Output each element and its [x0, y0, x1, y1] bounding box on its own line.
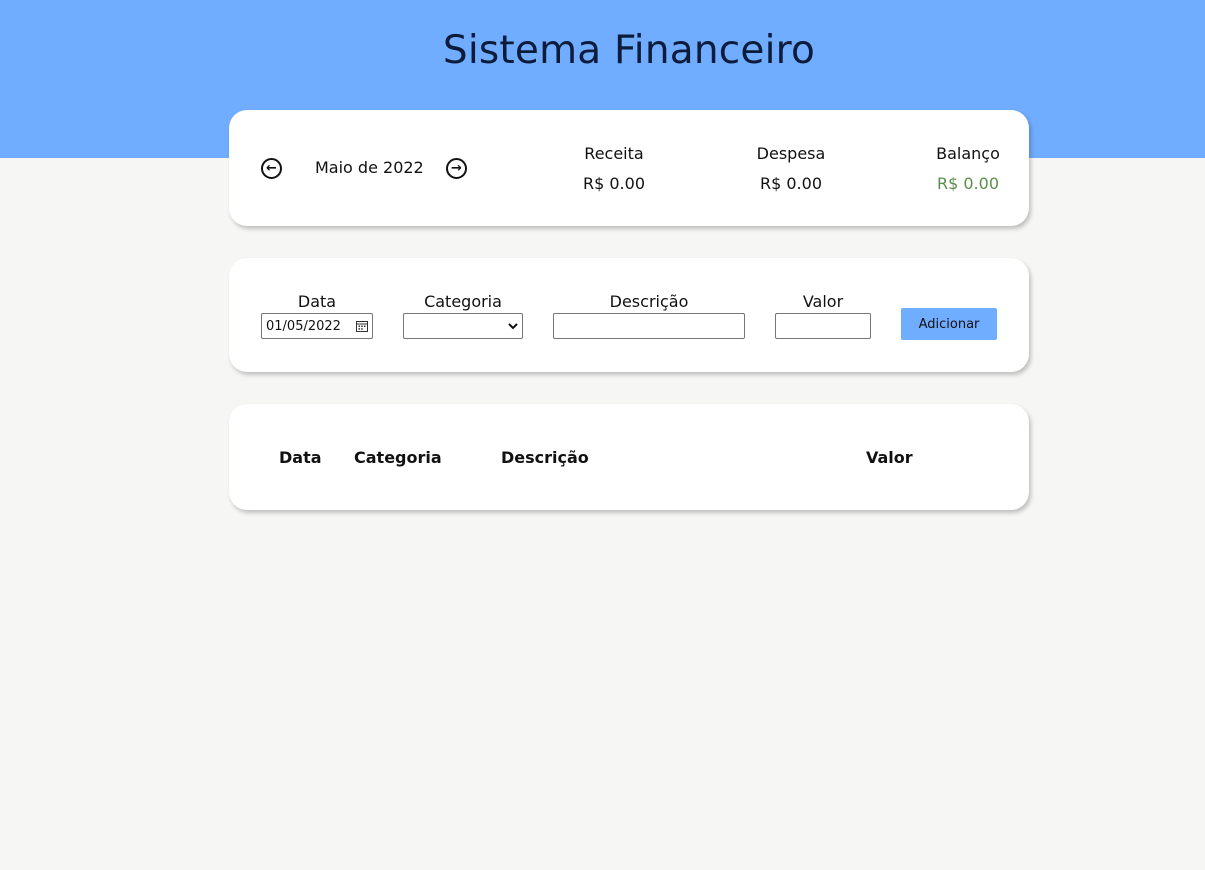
column-header-data: Data [279, 448, 322, 467]
data-field-group: Data 01/05/2022 [261, 292, 373, 339]
calendar-icon[interactable] [356, 320, 368, 332]
balanco-summary: Balanço R$ 0.00 [903, 144, 1033, 193]
descricao-label: Descrição [609, 292, 689, 311]
categoria-label: Categoria [424, 292, 502, 311]
column-header-descricao: Descrição [501, 448, 589, 467]
valor-label: Valor [802, 292, 844, 311]
balanco-title: Balanço [936, 144, 1000, 163]
entry-form-card: Data 01/05/2022 Categoria Descrição Valo… [229, 258, 1029, 372]
despesa-summary: Despesa R$ 0.00 [726, 144, 856, 193]
balanco-value: R$ 0.00 [936, 174, 999, 193]
summary-card: ← Maio de 2022 → Receita R$ 0.00 Despesa… [229, 110, 1029, 226]
date-input[interactable]: 01/05/2022 [261, 313, 373, 339]
valor-field-group: Valor [775, 292, 871, 339]
month-label: Maio de 2022 [315, 158, 424, 177]
page-title: Sistema Financeiro [442, 28, 816, 73]
transactions-table-card: Data Categoria Descrição Valor [229, 404, 1029, 510]
chevron-down-icon [508, 322, 518, 329]
add-button[interactable]: Adicionar [901, 308, 997, 340]
valor-input[interactable] [775, 313, 871, 339]
descricao-field-group: Descrição [553, 292, 745, 339]
receita-title: Receita [584, 144, 644, 163]
descricao-input[interactable] [553, 313, 745, 339]
receita-summary: Receita R$ 0.00 [549, 144, 679, 193]
column-header-categoria: Categoria [354, 448, 442, 467]
date-value: 01/05/2022 [266, 318, 341, 334]
data-label: Data [297, 292, 337, 311]
despesa-title: Despesa [756, 144, 826, 163]
categoria-field-group: Categoria [403, 292, 523, 339]
arrow-left-circle-icon[interactable]: ← [261, 158, 282, 179]
arrow-right-circle-icon[interactable]: → [446, 158, 467, 179]
receita-value: R$ 0.00 [582, 174, 645, 193]
categoria-select[interactable] [403, 313, 523, 339]
column-header-valor: Valor [866, 448, 913, 467]
despesa-value: R$ 0.00 [759, 174, 822, 193]
